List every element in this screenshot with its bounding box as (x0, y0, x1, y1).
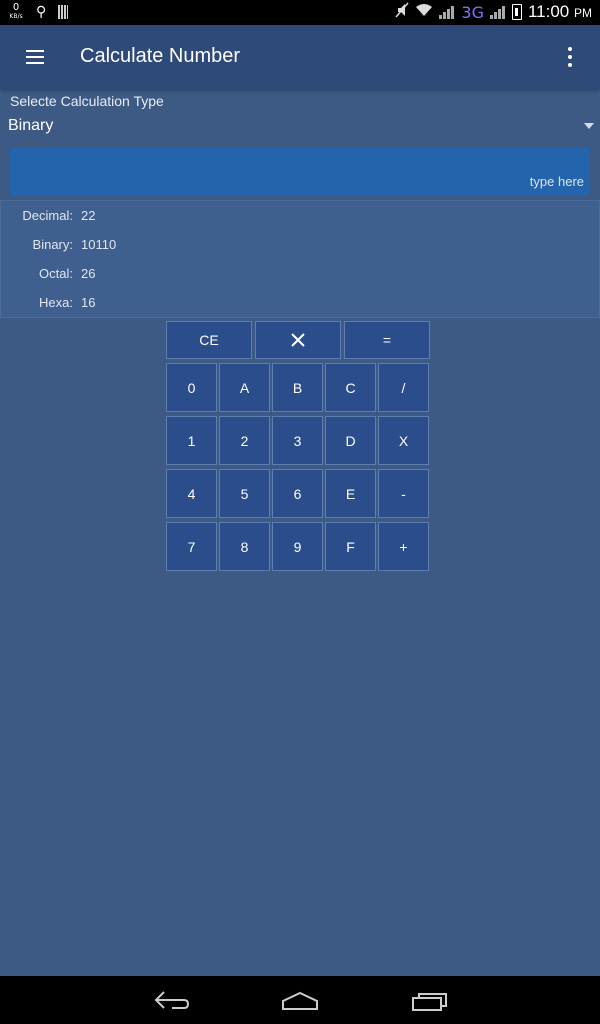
mute-icon (395, 2, 409, 22)
recent-apps-icon (412, 993, 447, 1011)
key-c[interactable]: C (325, 363, 376, 412)
result-label: Octal: (39, 266, 73, 281)
key-d[interactable]: D (325, 416, 376, 465)
results-panel: Decimal: 22 Binary: 10110 Octal: 26 Hexa… (0, 200, 600, 318)
back-button[interactable] (152, 988, 192, 1016)
system-nav-bar (0, 976, 600, 1024)
number-input[interactable] (10, 148, 590, 196)
network-type: 3G (461, 2, 484, 22)
key-1[interactable]: 1 (166, 416, 217, 465)
result-row-octal: Octal: 26 (1, 266, 600, 286)
backspace-button[interactable] (255, 321, 341, 359)
usb-icon: ⚲ (36, 4, 47, 20)
clock-ampm: PM (574, 6, 592, 20)
signal-icon (439, 4, 455, 20)
key-3[interactable]: 3 (272, 416, 323, 465)
equals-button[interactable]: = (344, 321, 430, 359)
data-speed-unit: KB/s (9, 13, 23, 20)
result-row-decimal: Decimal: 22 (1, 208, 600, 228)
number-input-container (10, 148, 590, 196)
wifi-icon (415, 3, 433, 21)
home-button[interactable] (280, 988, 320, 1016)
key-9[interactable]: 9 (272, 522, 323, 571)
app-bar: Calculate Number (0, 25, 600, 89)
result-value: 22 (81, 208, 96, 223)
calc-type-dropdown[interactable]: Binary (8, 115, 598, 141)
clear-entry-button[interactable]: CE (166, 321, 252, 359)
result-row-binary: Binary: 10110 (1, 237, 600, 257)
key-2[interactable]: 2 (219, 416, 270, 465)
key-6[interactable]: 6 (272, 469, 323, 518)
close-icon (291, 333, 305, 347)
dropdown-arrow-icon (584, 123, 594, 129)
key-b[interactable]: B (272, 363, 323, 412)
clock-time: 11:00 (527, 2, 570, 21)
back-icon (154, 991, 190, 1009)
key-8[interactable]: 8 (219, 522, 270, 571)
key-multiply[interactable]: X (378, 416, 429, 465)
key-7[interactable]: 7 (166, 522, 217, 571)
result-label: Decimal: (22, 208, 73, 223)
data-speed-value: 0 (12, 2, 20, 13)
data-speed-indicator: 0 KB/s (8, 3, 24, 21)
hamburger-menu-icon[interactable] (24, 47, 48, 67)
key-plus[interactable]: + (378, 522, 429, 571)
overflow-menu-icon[interactable] (560, 45, 580, 69)
key-f[interactable]: F (325, 522, 376, 571)
calc-type-label: Selecte Calculation Type (10, 93, 164, 109)
key-e[interactable]: E (325, 469, 376, 518)
page-title: Calculate Number (80, 45, 241, 67)
key-divide[interactable]: / (378, 363, 429, 412)
signal-icon-2 (489, 4, 506, 20)
key-5[interactable]: 5 (219, 469, 270, 518)
key-4[interactable]: 4 (166, 469, 217, 518)
result-row-hexa: Hexa: 16 (1, 295, 600, 315)
result-value: 16 (81, 295, 96, 310)
status-bar: 0 KB/s ⚲ 3G 11:00 PM (0, 0, 600, 25)
keypad: CE = 0 A B C / 1 2 3 D X 4 5 6 E - 7 8 9… (166, 321, 430, 573)
key-a[interactable]: A (219, 363, 270, 412)
key-minus[interactable]: - (378, 469, 429, 518)
recent-apps-button[interactable] (410, 988, 450, 1016)
clock: 11:00 PM (528, 2, 592, 22)
key-0[interactable]: 0 (166, 363, 217, 412)
result-label: Binary: (32, 237, 73, 252)
home-icon (282, 991, 318, 1010)
barcode-icon (58, 5, 69, 19)
result-label: Hexa: (39, 295, 73, 310)
battery-icon (511, 4, 522, 20)
result-value: 10110 (81, 237, 117, 252)
result-value: 26 (81, 266, 96, 281)
calc-type-selected: Binary (8, 117, 54, 134)
